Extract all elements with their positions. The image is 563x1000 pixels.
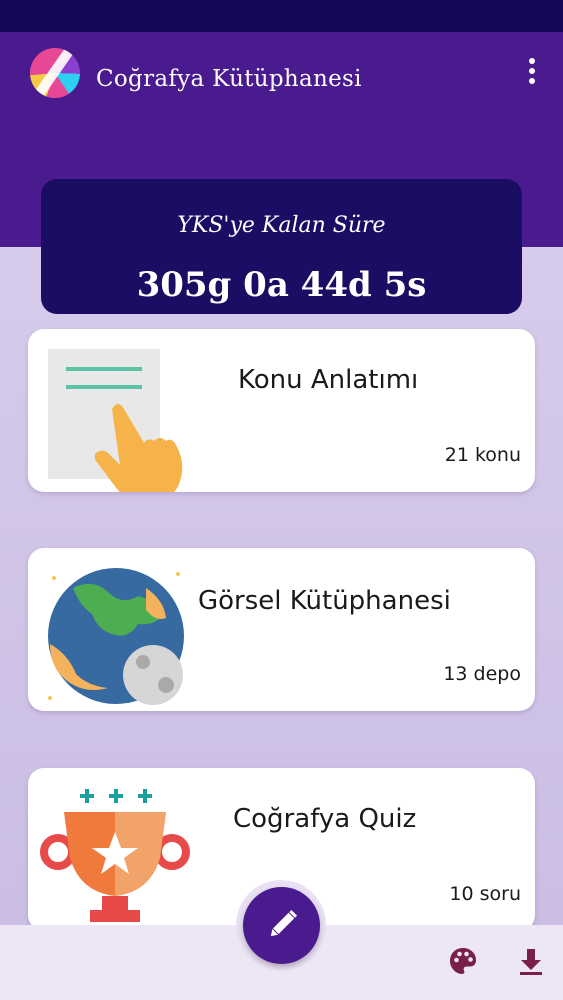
trophy-icon xyxy=(40,789,190,922)
card-gorsel-kutuphanesi[interactable]: Görsel Kütüphanesi 13 depo xyxy=(28,548,535,711)
pencil-icon xyxy=(270,909,298,937)
card-count: 21 konu xyxy=(444,444,521,466)
card-title: Coğrafya Quiz xyxy=(233,804,417,834)
status-bar xyxy=(0,0,563,32)
hand-pointer-document-icon xyxy=(48,349,183,492)
card-count: 13 depo xyxy=(443,663,521,685)
countdown-value: 305g 0a 44d 5s xyxy=(136,265,427,305)
card-count: 10 soru xyxy=(449,883,521,905)
app-logo xyxy=(30,48,80,98)
palette-icon[interactable] xyxy=(447,945,479,977)
countdown-panel: YKS'ye Kalan Süre 305g 0a 44d 5s xyxy=(41,179,522,314)
countdown-label: YKS'ye Kalan Süre xyxy=(177,213,386,238)
more-vertical-icon[interactable] xyxy=(522,58,542,86)
edit-fab-button[interactable] xyxy=(243,887,320,964)
earth-moon-icon xyxy=(48,568,184,705)
download-icon[interactable] xyxy=(515,945,547,977)
card-title: Görsel Kütüphanesi xyxy=(198,586,451,616)
card-konu-anlatimi[interactable]: Konu Anlatımı 21 konu xyxy=(28,329,535,492)
app-title: Coğrafya Kütüphanesi xyxy=(96,66,362,92)
card-title: Konu Anlatımı xyxy=(238,365,419,395)
